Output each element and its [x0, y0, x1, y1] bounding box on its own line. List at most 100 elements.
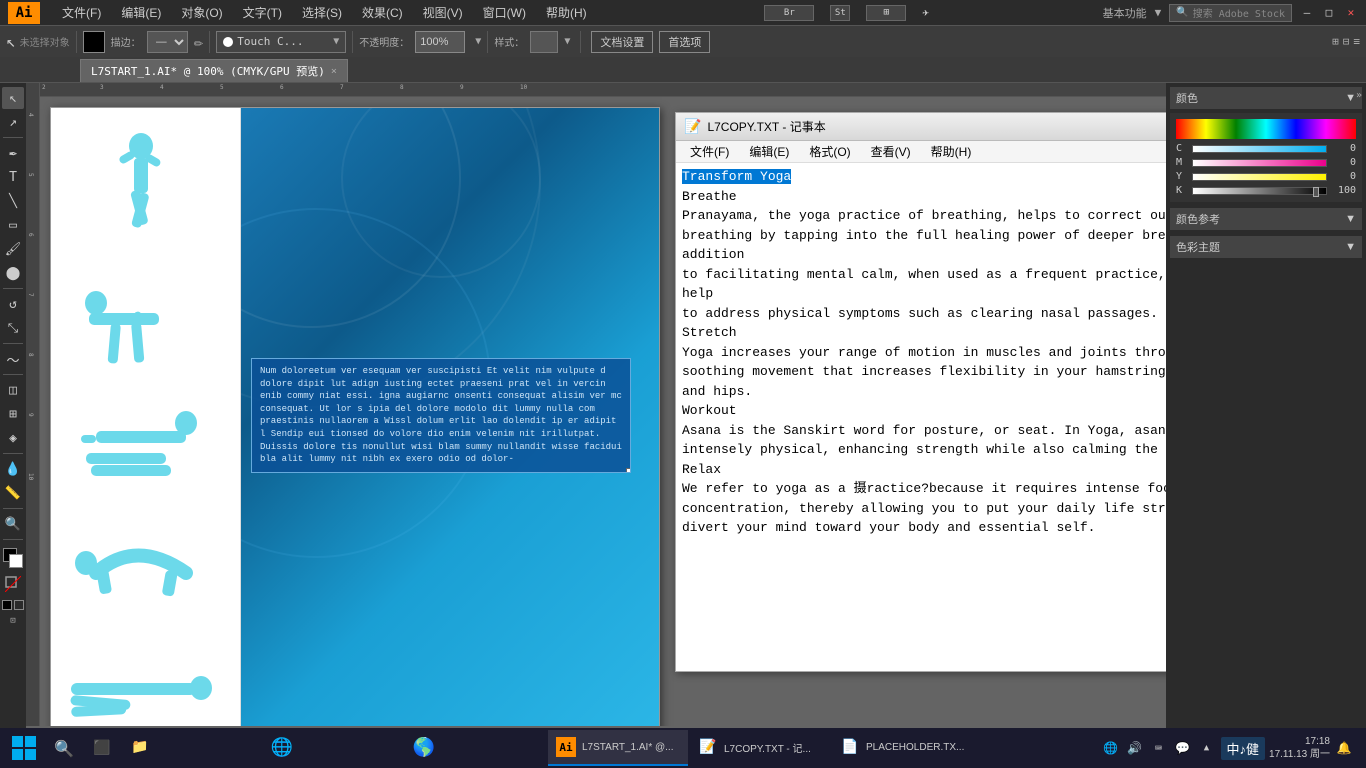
menu-window[interactable]: 窗口(W) — [479, 2, 530, 23]
menu-effect[interactable]: 效果(C) — [358, 2, 407, 23]
change-screen-mode-icon[interactable]: ⊡ — [10, 616, 15, 626]
m-label: M — [1176, 157, 1188, 168]
tray-network-icon[interactable]: 🌐 — [1101, 738, 1121, 758]
taskbar-clock[interactable]: 17:18 17.11.13 周一 — [1269, 735, 1330, 761]
normal-mode-icon[interactable] — [2, 600, 12, 610]
menu-edit[interactable]: 编辑(E) — [117, 2, 165, 23]
k-bar[interactable] — [1192, 187, 1327, 195]
transform-icon[interactable]: ⊟ — [1343, 35, 1350, 48]
taskbar-browser2[interactable]: 🌎 — [406, 730, 546, 766]
text-box-resize-handle[interactable] — [626, 468, 631, 473]
doc-tab[interactable]: L7START_1.AI* @ 100% (CMYK/GPU 预览) × — [80, 59, 348, 82]
ime-indicator[interactable]: 中♪健 — [1221, 737, 1266, 760]
k-val: 100 — [1331, 185, 1356, 196]
taskbar-notepad[interactable]: 📝 L7COPY.TXT - 记... — [690, 730, 830, 766]
color-swatch[interactable] — [3, 548, 23, 568]
background-swatch[interactable] — [9, 554, 23, 568]
notepad-menu-file[interactable]: 文件(F) — [682, 142, 737, 161]
tool-brush[interactable]: 🖌 — [2, 238, 24, 260]
c-bar[interactable] — [1192, 145, 1327, 153]
tray-volume-icon[interactable]: 🔊 — [1125, 738, 1145, 758]
y-bar[interactable] — [1192, 173, 1327, 181]
tool-blob[interactable]: ⬤ — [2, 262, 24, 284]
doc-tab-close[interactable]: × — [331, 66, 337, 77]
canvas-content: Num doloreetum ver esequam ver suscipist… — [40, 97, 1166, 726]
taskbar-illustrator[interactable]: Ai L7START_1.AI* @... — [548, 730, 688, 766]
align-icon[interactable]: ⊞ — [1332, 35, 1339, 48]
c-val: 0 — [1331, 143, 1356, 154]
color-theme-panel-header[interactable]: 色彩主题 ▼ — [1170, 236, 1362, 258]
menu-object[interactable]: 对象(O) — [177, 2, 226, 23]
tool-sep-1 — [3, 137, 23, 138]
notepad-title: L7COPY.TXT - 记事本 — [707, 118, 1166, 135]
notepad-titlebar: 📝 L7COPY.TXT - 记事本 — □ ✕ — [676, 113, 1166, 141]
tool-type[interactable]: T — [2, 166, 24, 188]
maximize-btn[interactable]: □ — [1322, 6, 1336, 20]
stroke-none-icon[interactable] — [3, 574, 23, 594]
taskbar-file-explorer[interactable]: 📁 — [122, 730, 262, 766]
preferences-btn[interactable]: 首选项 — [659, 31, 710, 53]
illustrator-taskbar-icon: Ai — [556, 737, 576, 757]
select-cursor-icon[interactable]: ↖ — [6, 32, 16, 51]
notepad-content[interactable]: Transform Yoga Breathe Pranayama, the yo… — [676, 163, 1166, 671]
tool-pen[interactable]: ✒ — [2, 142, 24, 164]
touch-dropdown[interactable]: Touch C... ▼ — [216, 31, 346, 53]
close-btn[interactable]: ✕ — [1344, 6, 1358, 20]
color-panel-header[interactable]: 颜色 ▼ — [1170, 87, 1362, 109]
notepad-menu-edit[interactable]: 编辑(E) — [741, 142, 797, 161]
start-button[interactable] — [4, 730, 44, 766]
color-spectrum[interactable] — [1176, 119, 1356, 139]
m-bar[interactable] — [1192, 159, 1327, 167]
action-center-icon[interactable]: 🔔 — [1334, 738, 1354, 758]
grid-icon[interactable]: ⊞ — [866, 5, 906, 21]
taskbar-search-btn[interactable]: 🔍 — [46, 730, 82, 766]
color-ref-panel-header[interactable]: 颜色参考 ▼ — [1170, 208, 1362, 230]
tool-zoom[interactable]: 🔍 — [2, 513, 24, 535]
taskbar-task-view-btn[interactable]: ⬛ — [84, 730, 120, 766]
menu-help[interactable]: 帮助(H) — [542, 2, 591, 23]
minimize-btn[interactable]: — — [1300, 6, 1314, 20]
tool-select[interactable]: ↖ — [2, 87, 24, 109]
color-theme-panel-title: 色彩主题 — [1176, 239, 1220, 255]
notepad-menu-format[interactable]: 格式(O) — [801, 142, 858, 161]
tool-mesh[interactable]: ⊞ — [2, 403, 24, 425]
search-bar[interactable]: 🔍 搜索 Adobe Stock — [1169, 4, 1292, 22]
tray-chat-icon[interactable]: 💬 — [1173, 738, 1193, 758]
style-swatch[interactable] — [530, 31, 558, 53]
notepad-menu-help[interactable]: 帮助(H) — [923, 142, 980, 161]
tool-direct-select[interactable]: ↗ — [2, 111, 24, 133]
doc-settings-btn[interactable]: 文档设置 — [591, 31, 653, 53]
tool-gradient[interactable]: ◫ — [2, 379, 24, 401]
more-icon[interactable]: ≡ — [1353, 35, 1360, 48]
tool-blend[interactable]: ◈ — [2, 427, 24, 449]
tool-measure[interactable]: 📏 — [2, 482, 24, 504]
ruler-left: 4 5 6 7 8 9 10 — [26, 83, 40, 726]
tool-scale[interactable]: ⤡ — [2, 317, 24, 339]
workspace-label: 基本功能 — [1103, 5, 1147, 21]
screen-mode-icon[interactable] — [14, 600, 24, 610]
browser2-icon: 🌎 — [414, 737, 434, 757]
menu-view[interactable]: 视图(V) — [419, 2, 467, 23]
tool-line[interactable]: ╲ — [2, 190, 24, 212]
notepad-menu-view[interactable]: 查看(V) — [863, 142, 919, 161]
tray-keyboard-icon[interactable]: ⌨ — [1149, 738, 1169, 758]
brush-icon[interactable]: ✏ — [194, 32, 204, 51]
menu-select[interactable]: 选择(S) — [298, 2, 346, 23]
extension-icon-1[interactable]: Br — [764, 5, 814, 21]
stroke-dropdown[interactable]: — — [147, 31, 188, 53]
menu-file[interactable]: 文件(F) — [58, 2, 105, 23]
tool-rect[interactable]: ▭ — [2, 214, 24, 236]
menu-type[interactable]: 文字(T) — [239, 2, 286, 23]
tool-eyedropper[interactable]: 💧 — [2, 458, 24, 480]
tool-rotate[interactable]: ↺ — [2, 293, 24, 315]
opacity-input[interactable] — [415, 31, 465, 53]
expand-right-1[interactable]: » — [1356, 90, 1362, 101]
extension-icon-2[interactable]: St — [830, 5, 850, 21]
tray-more-icon[interactable]: ▲ — [1197, 738, 1217, 758]
taskbar-placeholder[interactable]: 📄 PLACEHOLDER.TX... — [832, 730, 972, 766]
stroke-color-box[interactable] — [83, 31, 105, 53]
tool-warp[interactable]: 〜 — [2, 348, 24, 370]
taskbar-browser[interactable]: 🌐 — [264, 730, 404, 766]
win-sq-2 — [25, 736, 36, 747]
arrange-icon[interactable]: ✈ — [922, 6, 929, 19]
